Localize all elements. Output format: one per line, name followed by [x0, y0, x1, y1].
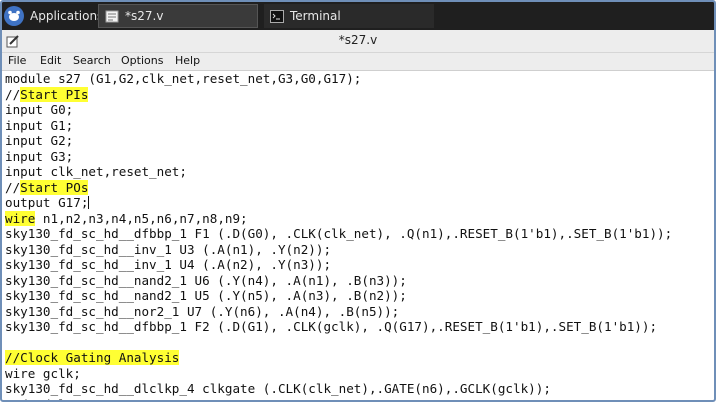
code-text: sky130_fd_sc_hd__nand2_1 U5 (.Y(n5), .A(… [5, 288, 407, 303]
highlighted-text: //Clock Gating Analysis [5, 350, 180, 365]
code-text: sky130_fd_sc_hd__inv_1 U3 (.A(n1), .Y(n2… [5, 241, 332, 257]
text-editor-icon [105, 10, 119, 23]
menu-search[interactable]: Search [73, 54, 111, 67]
code-line: sky130_fd_sc_hd__inv_1 U3 (.A(n1), .Y(n2… [5, 242, 713, 258]
code-line: sky130_fd_sc_hd__nor2_1 U7 (.Y(n6), .A(n… [5, 304, 713, 320]
code-line: sky130_fd_sc_hd__dlclkp_4 clkgate (.CLK(… [5, 381, 713, 397]
window-titlebar[interactable]: *s27.v [2, 30, 714, 53]
code-text: output G17; [5, 195, 89, 210]
menu-help[interactable]: Help [175, 54, 200, 67]
screenshot-frame: Applications *s27.v Terminal *s27.v File… [0, 0, 716, 402]
code-text: // [5, 179, 21, 195]
code-line: input G2; [5, 133, 713, 149]
code-line: wire n1,n2,n3,n4,n5,n6,n7,n8,n9; [5, 210, 713, 227]
code-text: sky130_fd_sc_hd__dlclkp_4 clkgate (.CLK(… [5, 381, 551, 396]
code-text: input G2; [5, 133, 74, 148]
menu-bar: File Edit Search Options Help [2, 53, 714, 71]
task-terminal[interactable]: Terminal [264, 4, 434, 28]
window-title: *s27.v [338, 33, 378, 47]
text-cursor [88, 196, 90, 209]
code-text: input G0; [5, 102, 74, 117]
code-line: //Start PIs [5, 86, 713, 103]
code-line: sky130_fd_sc_hd__dfbbp_1 F1 (.D(G0), .CL… [5, 226, 713, 242]
code-line: endmodule [5, 397, 713, 401]
code-text: sky130_fd_sc_hd__inv_1 U4 (.A(n2), .Y(n3… [5, 257, 332, 272]
menu-options[interactable]: Options [121, 54, 163, 67]
code-line: input G0; [5, 102, 713, 118]
task-terminal-label: Terminal [290, 9, 341, 23]
code-text: sky130_fd_sc_hd__nand2_1 U6 (.Y(n4), .A(… [5, 272, 407, 288]
code-text: input G3; [5, 148, 74, 164]
code-line: sky130_fd_sc_hd__dfbbp_1 F2 (.D(G1), .CL… [5, 319, 713, 335]
code-line: output G17; [5, 195, 713, 211]
highlighted-text: Start PIs [20, 86, 89, 102]
taskbar: Applications *s27.v Terminal [2, 2, 714, 30]
code-text: module s27 (G1,G2,clk_net,reset_net,G3,G… [5, 71, 362, 86]
code-text: sky130_fd_sc_hd__dfbbp_1 F1 (.D(G0), .CL… [5, 226, 673, 241]
code-line: sky130_fd_sc_hd__nand2_1 U5 (.Y(n5), .A(… [5, 288, 713, 304]
code-text: input clk_net,reset_net; [5, 164, 187, 179]
highlighted-text: wire [5, 210, 36, 226]
menu-file[interactable]: File [8, 54, 26, 67]
code-line: input G3; [5, 149, 713, 165]
code-text: sky130_fd_sc_hd__dfbbp_1 F2 (.D(G1), .CL… [5, 319, 658, 334]
code-text: wire gclk; [5, 365, 81, 381]
code-text: n1,n2,n3,n4,n5,n6,n7,n8,n9; [35, 210, 248, 226]
terminal-icon [270, 9, 284, 23]
task-editor-label: *s27.v [125, 9, 164, 23]
code-line: //Start POs [5, 179, 713, 196]
xfce-mouse-icon [4, 6, 24, 26]
applications-label: Applications [30, 9, 104, 23]
menu-edit[interactable]: Edit [40, 54, 61, 67]
highlighted-text: Start POs [20, 179, 89, 195]
code-line: //Clock Gating Analysis [5, 350, 713, 366]
code-line: module s27 (G1,G2,clk_net,reset_net,G3,G… [5, 71, 713, 87]
code-line: sky130_fd_sc_hd__inv_1 U4 (.A(n2), .Y(n3… [5, 257, 713, 273]
code-line: input clk_net,reset_net; [5, 164, 713, 180]
code-editor[interactable]: module s27 (G1,G2,clk_net,reset_net,G3,G… [5, 71, 713, 401]
code-line: input G1; [5, 118, 713, 134]
code-text: sky130_fd_sc_hd__nor2_1 U7 (.Y(n6), .A(n… [5, 303, 400, 319]
applications-menu[interactable]: Applications [4, 4, 103, 28]
code-text: // [5, 86, 21, 102]
code-text: input G1; [5, 117, 74, 133]
code-line: sky130_fd_sc_hd__nand2_1 U6 (.Y(n4), .A(… [5, 273, 713, 289]
code-text: endmodule [5, 397, 73, 401]
task-editor[interactable]: *s27.v [98, 4, 258, 28]
code-line: wire gclk; [5, 366, 713, 382]
